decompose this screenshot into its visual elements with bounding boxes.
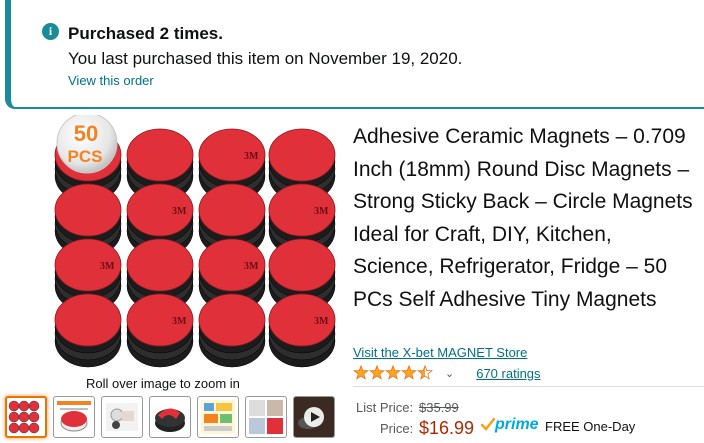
price-label: Price: — [380, 421, 414, 436]
thumb-magnet-closeup[interactable] — [149, 396, 191, 438]
prime-check-icon — [481, 418, 495, 431]
thumb-usage-grid[interactable] — [245, 396, 287, 438]
star-rating[interactable] — [353, 365, 433, 381]
thumb-video[interactable] — [293, 396, 335, 438]
thumbnail-strip — [5, 396, 335, 438]
product-title: Adhesive Ceramic Magnets – 0.709 Inch (1… — [353, 125, 693, 311]
star-icon — [385, 365, 401, 380]
thumb-ideas[interactable] — [197, 396, 239, 438]
product-main-image[interactable]: 3M3M3M3M3M3M3M3M 50 PCS — [40, 112, 345, 372]
star-icon — [401, 365, 417, 380]
magnet-label: 3M — [244, 151, 259, 162]
view-order-link[interactable]: View this order — [68, 73, 154, 88]
alert-message: You last purchased this item on November… — [68, 49, 463, 68]
prime-badge: prime — [481, 416, 539, 434]
zoom-hint: Roll over image to zoom in — [86, 376, 240, 391]
thumb-application[interactable] — [101, 396, 143, 438]
rating-row: ⌄ 670 ratings — [353, 363, 541, 383]
chevron-down-icon[interactable]: ⌄ — [445, 367, 454, 380]
alert-title: Purchased 2 times. — [68, 24, 223, 43]
thumb-size-chart[interactable] — [53, 396, 95, 438]
star-icon — [369, 365, 385, 380]
list-price-value: $35.99 — [419, 400, 459, 415]
thumb-magnets-grid[interactable] — [5, 396, 47, 438]
magnet-stack — [198, 293, 266, 368]
magnet-stack: 3M — [268, 293, 336, 368]
store-link[interactable]: Visit the X-bet MAGNET Store — [353, 345, 527, 360]
price-value: $16.99 — [419, 418, 475, 438]
badge-number: 50 — [74, 121, 98, 146]
purchase-alert: i Purchased 2 times. You last purchased … — [5, 0, 704, 109]
info-icon: i — [42, 23, 59, 40]
magnet-label: 3M — [172, 316, 187, 327]
magnet-label: 3M — [100, 261, 115, 272]
magnet-label: 3M — [314, 206, 329, 217]
badge-unit: PCS — [68, 147, 103, 166]
pcs-badge: 50 PCS — [56, 112, 118, 174]
magnet-label: 3M — [244, 261, 259, 272]
star-icon — [417, 365, 433, 380]
list-price-label: List Price: — [356, 400, 414, 415]
magnet-stack — [54, 293, 122, 368]
ratings-count-link[interactable]: 670 ratings — [476, 366, 540, 381]
magnet-stack: 3M — [126, 293, 194, 368]
prime-label: prime — [495, 416, 539, 433]
stars-icon — [353, 365, 433, 380]
magnet-label: 3M — [172, 206, 187, 217]
magnet-label: 3M — [314, 316, 329, 327]
delivery-text: FREE One-Day — [545, 419, 636, 434]
star-icon — [353, 365, 369, 380]
divider — [353, 386, 704, 387]
